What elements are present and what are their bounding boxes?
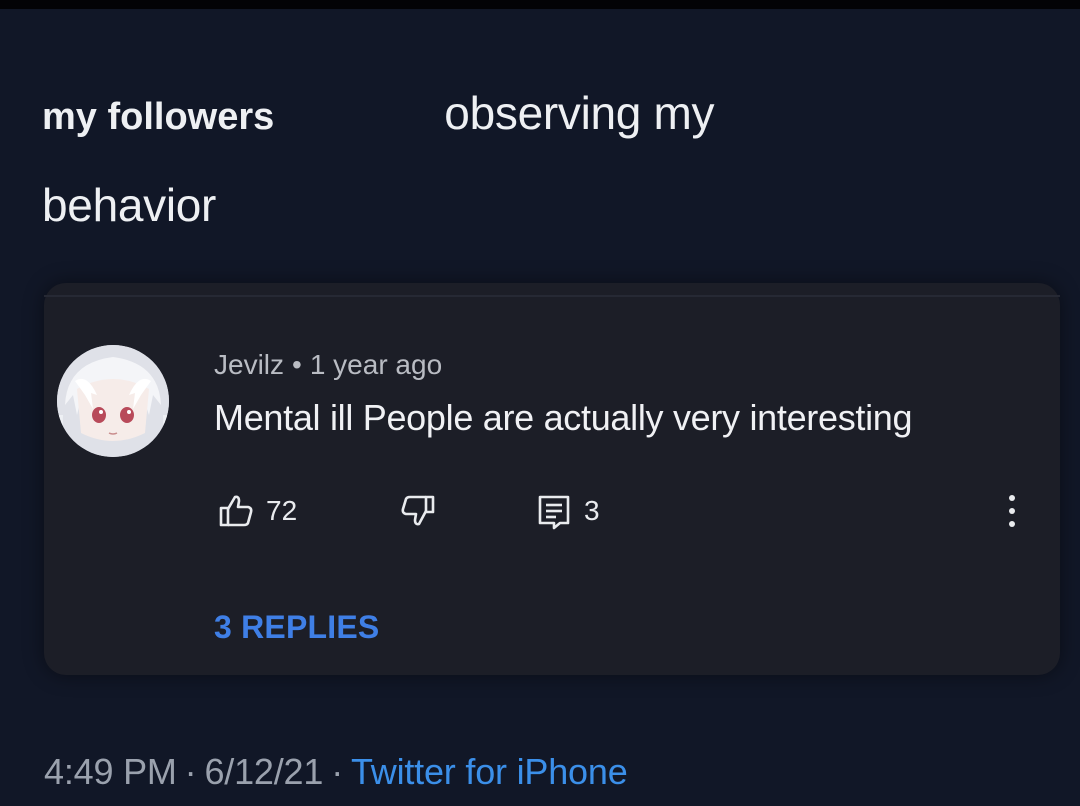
like-button[interactable]: 72 (216, 491, 297, 531)
footer-separator: · (331, 751, 343, 792)
more-dot (1009, 521, 1015, 527)
tweet-source-link[interactable]: Twitter for iPhone (351, 751, 628, 792)
avatar[interactable] (57, 345, 169, 457)
top-edge-strip (0, 0, 1080, 9)
dislike-button[interactable] (398, 491, 438, 531)
youtube-comment-card: Jevilz • 1 year ago Mental ill People are … (44, 283, 1060, 675)
tweet-date[interactable]: 6/12/21 (204, 751, 323, 792)
comment-meta: Jevilz • 1 year ago (214, 349, 442, 381)
tweet-container: my followers observing my behavior Jevilz •… (0, 9, 1080, 806)
tweet-footer: 4:49 PM · 6/12/21 · Twitter for iPhone (44, 751, 628, 793)
more-dot (1009, 495, 1015, 501)
comment-body: Mental ill People are actually very inte… (214, 397, 913, 438)
reply-button[interactable]: 3 (534, 491, 600, 531)
more-vertical-icon[interactable] (1000, 491, 1024, 531)
tweet-text: my followers observing my behavior (42, 69, 1002, 249)
thumbs-up-icon (216, 491, 256, 531)
reply-count: 3 (584, 495, 600, 526)
footer-separator: · (184, 751, 197, 792)
tweet-text-line-1: observing my (444, 87, 715, 139)
like-count: 72 (266, 495, 298, 526)
comment-time: 1 year ago (309, 349, 443, 380)
meta-separator: • (292, 349, 302, 380)
tweet-text-bold: my followers (42, 96, 275, 138)
comment-icon (534, 491, 574, 531)
tweet-text-line-2: behavior (42, 179, 217, 231)
thumbs-down-icon (398, 491, 438, 531)
comment-actions: 72 3 (214, 491, 1034, 531)
comment-author[interactable]: Jevilz (214, 349, 284, 380)
more-dot (1009, 508, 1015, 514)
view-replies-link[interactable]: 3 REPLIES (214, 609, 379, 646)
tweet-time[interactable]: 4:49 PM (44, 751, 177, 792)
